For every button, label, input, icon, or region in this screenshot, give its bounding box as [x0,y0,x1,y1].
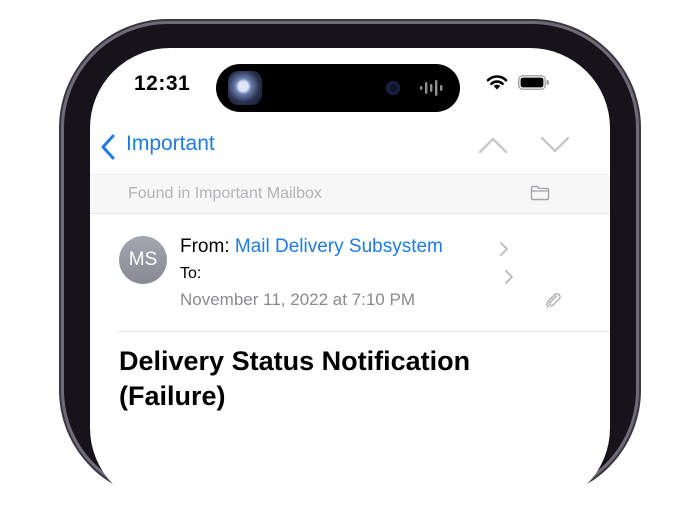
paperclip-icon [546,292,561,308]
to-label: To: [180,265,202,282]
message-subject: Delivery Status Notification (Failure) [119,346,471,411]
dynamic-island[interactable] [216,64,460,112]
mailbox-location-bar: Found in Important Mailbox [90,174,610,214]
next-message-icon[interactable] [540,136,570,154]
mailbox-location-text: Found in Important Mailbox [128,185,322,202]
header-divider [118,331,610,332]
status-time: 12:31 [134,72,191,95]
mail-screen: 12:31 Important Found in Important Mailb… [90,48,610,508]
message-date: November 11, 2022 at 7:10 PM [180,290,415,309]
now-playing-artwork[interactable] [228,71,262,105]
folder-icon[interactable] [530,185,550,201]
from-label: From: [180,236,230,257]
audio-waveform-icon [420,80,443,96]
previous-message-icon[interactable] [478,136,508,154]
from-chevron-right-icon[interactable] [499,241,509,257]
sender-avatar[interactable]: MS [119,236,167,284]
sender-name-link[interactable]: Mail Delivery Subsystem [235,236,443,257]
wifi-icon [486,75,508,90]
front-camera [386,81,400,95]
from-row: From: Mail Delivery Subsystem [180,236,443,258]
to-chevron-right-icon[interactable] [504,269,514,285]
back-chevron-icon[interactable] [100,134,116,160]
power-button [636,270,641,344]
back-button-label[interactable]: Important [126,132,215,156]
battery-icon [518,75,549,90]
to-row: To: [180,265,201,283]
